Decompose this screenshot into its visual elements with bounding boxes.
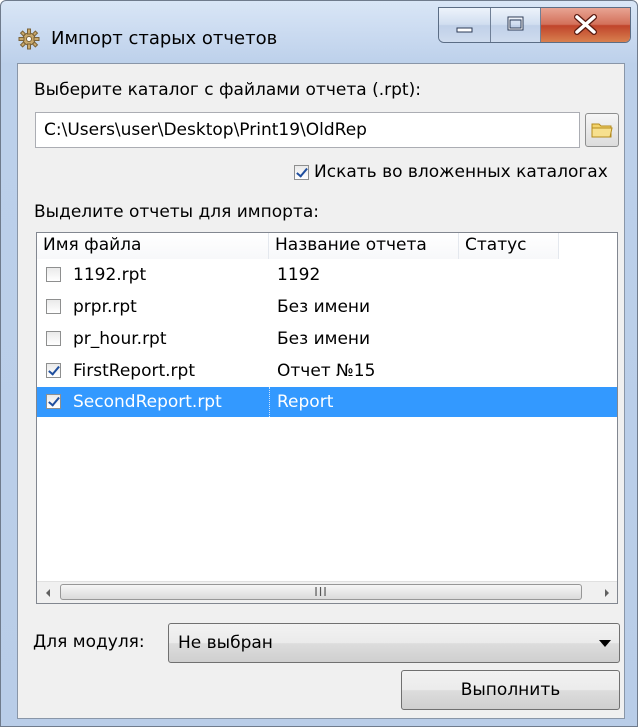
table-row-selected[interactable]: SecondReport.rpt Report xyxy=(37,387,617,417)
table-row[interactable]: 1192.rpt 1192 xyxy=(37,260,617,290)
title-bar[interactable]: Импорт старых отчетов xyxy=(1,1,637,63)
row-report-name: Без имени xyxy=(277,297,371,317)
table-row[interactable]: pr_hour.rpt Без имени xyxy=(37,324,617,354)
row-checkbox[interactable] xyxy=(46,363,61,378)
horizontal-scrollbar[interactable]: III xyxy=(37,581,617,603)
directory-label: Выберите каталог с файлами отчета (.rpt)… xyxy=(34,80,421,100)
row-file-name: FirstReport.rpt xyxy=(73,361,195,381)
column-status[interactable]: Статус xyxy=(459,233,559,259)
row-report-name: Отчет №15 xyxy=(277,361,376,381)
table-row[interactable]: prpr.rpt Без имени xyxy=(37,292,617,322)
scroll-left-button[interactable] xyxy=(37,582,58,603)
row-checkbox[interactable] xyxy=(46,331,61,346)
row-report-name: Без имени xyxy=(277,329,371,349)
row-checkbox[interactable] xyxy=(46,299,61,314)
chevron-down-icon xyxy=(599,640,611,647)
column-report-name[interactable]: Название отчета xyxy=(269,233,459,259)
run-button[interactable]: Выполнить xyxy=(401,670,620,710)
search-subdirs-label: Искать во вложенных каталогах xyxy=(314,162,608,182)
row-report-name: Report xyxy=(277,392,334,412)
table-row[interactable]: FirstReport.rpt Отчет №15 xyxy=(37,356,617,386)
row-file-name: prpr.rpt xyxy=(73,297,137,317)
minimize-button[interactable] xyxy=(439,8,491,42)
row-file-name: pr_hour.rpt xyxy=(73,329,167,349)
row-report-name: 1192 xyxy=(277,265,321,285)
folder-icon xyxy=(591,123,613,138)
gear-icon xyxy=(18,28,40,50)
arrow-left-icon xyxy=(45,588,50,597)
directory-path-input[interactable]: C:\Users\user\Desktop\Print19\OldRep xyxy=(35,112,580,148)
scroll-right-button[interactable] xyxy=(596,582,617,603)
column-file-name[interactable]: Имя файла xyxy=(37,233,269,259)
search-subdirs-option[interactable]: Искать во вложенных каталогах xyxy=(294,162,608,182)
minimize-icon xyxy=(456,27,473,33)
directory-path-value: C:\Users\user\Desktop\Print19\OldRep xyxy=(44,120,367,140)
import-window: Импорт старых отчетов Выберите каталог с… xyxy=(0,0,638,727)
module-select-value: Не выбран xyxy=(178,633,273,653)
module-select[interactable]: Не выбран xyxy=(168,623,620,663)
reports-label: Выделите отчеты для импорта: xyxy=(34,202,319,222)
caption-buttons xyxy=(438,7,631,43)
row-cell-divider xyxy=(269,387,270,417)
arrow-right-icon xyxy=(604,588,609,597)
maximize-icon xyxy=(507,16,524,31)
search-subdirs-checkbox[interactable] xyxy=(294,164,309,180)
close-button[interactable] xyxy=(541,8,630,42)
browse-folder-button[interactable] xyxy=(585,113,619,147)
scroll-grip: III xyxy=(314,585,328,599)
scroll-thumb[interactable]: III xyxy=(60,584,582,600)
row-file-name: SecondReport.rpt xyxy=(73,392,222,412)
row-file-name: 1192.rpt xyxy=(73,265,147,285)
row-checkbox[interactable] xyxy=(46,267,61,282)
reports-list[interactable]: Имя файла Название отчета Статус 1192.rp… xyxy=(36,232,618,604)
maximize-button[interactable] xyxy=(491,8,541,42)
close-icon xyxy=(574,14,597,35)
module-label: Для модуля: xyxy=(33,632,145,652)
row-checkbox[interactable] xyxy=(46,394,61,409)
dialog-content: Выберите каталог с файлами отчета (.rpt)… xyxy=(17,63,625,719)
list-header: Имя файла Название отчета Статус xyxy=(37,233,617,259)
window-title: Импорт старых отчетов xyxy=(51,28,278,49)
